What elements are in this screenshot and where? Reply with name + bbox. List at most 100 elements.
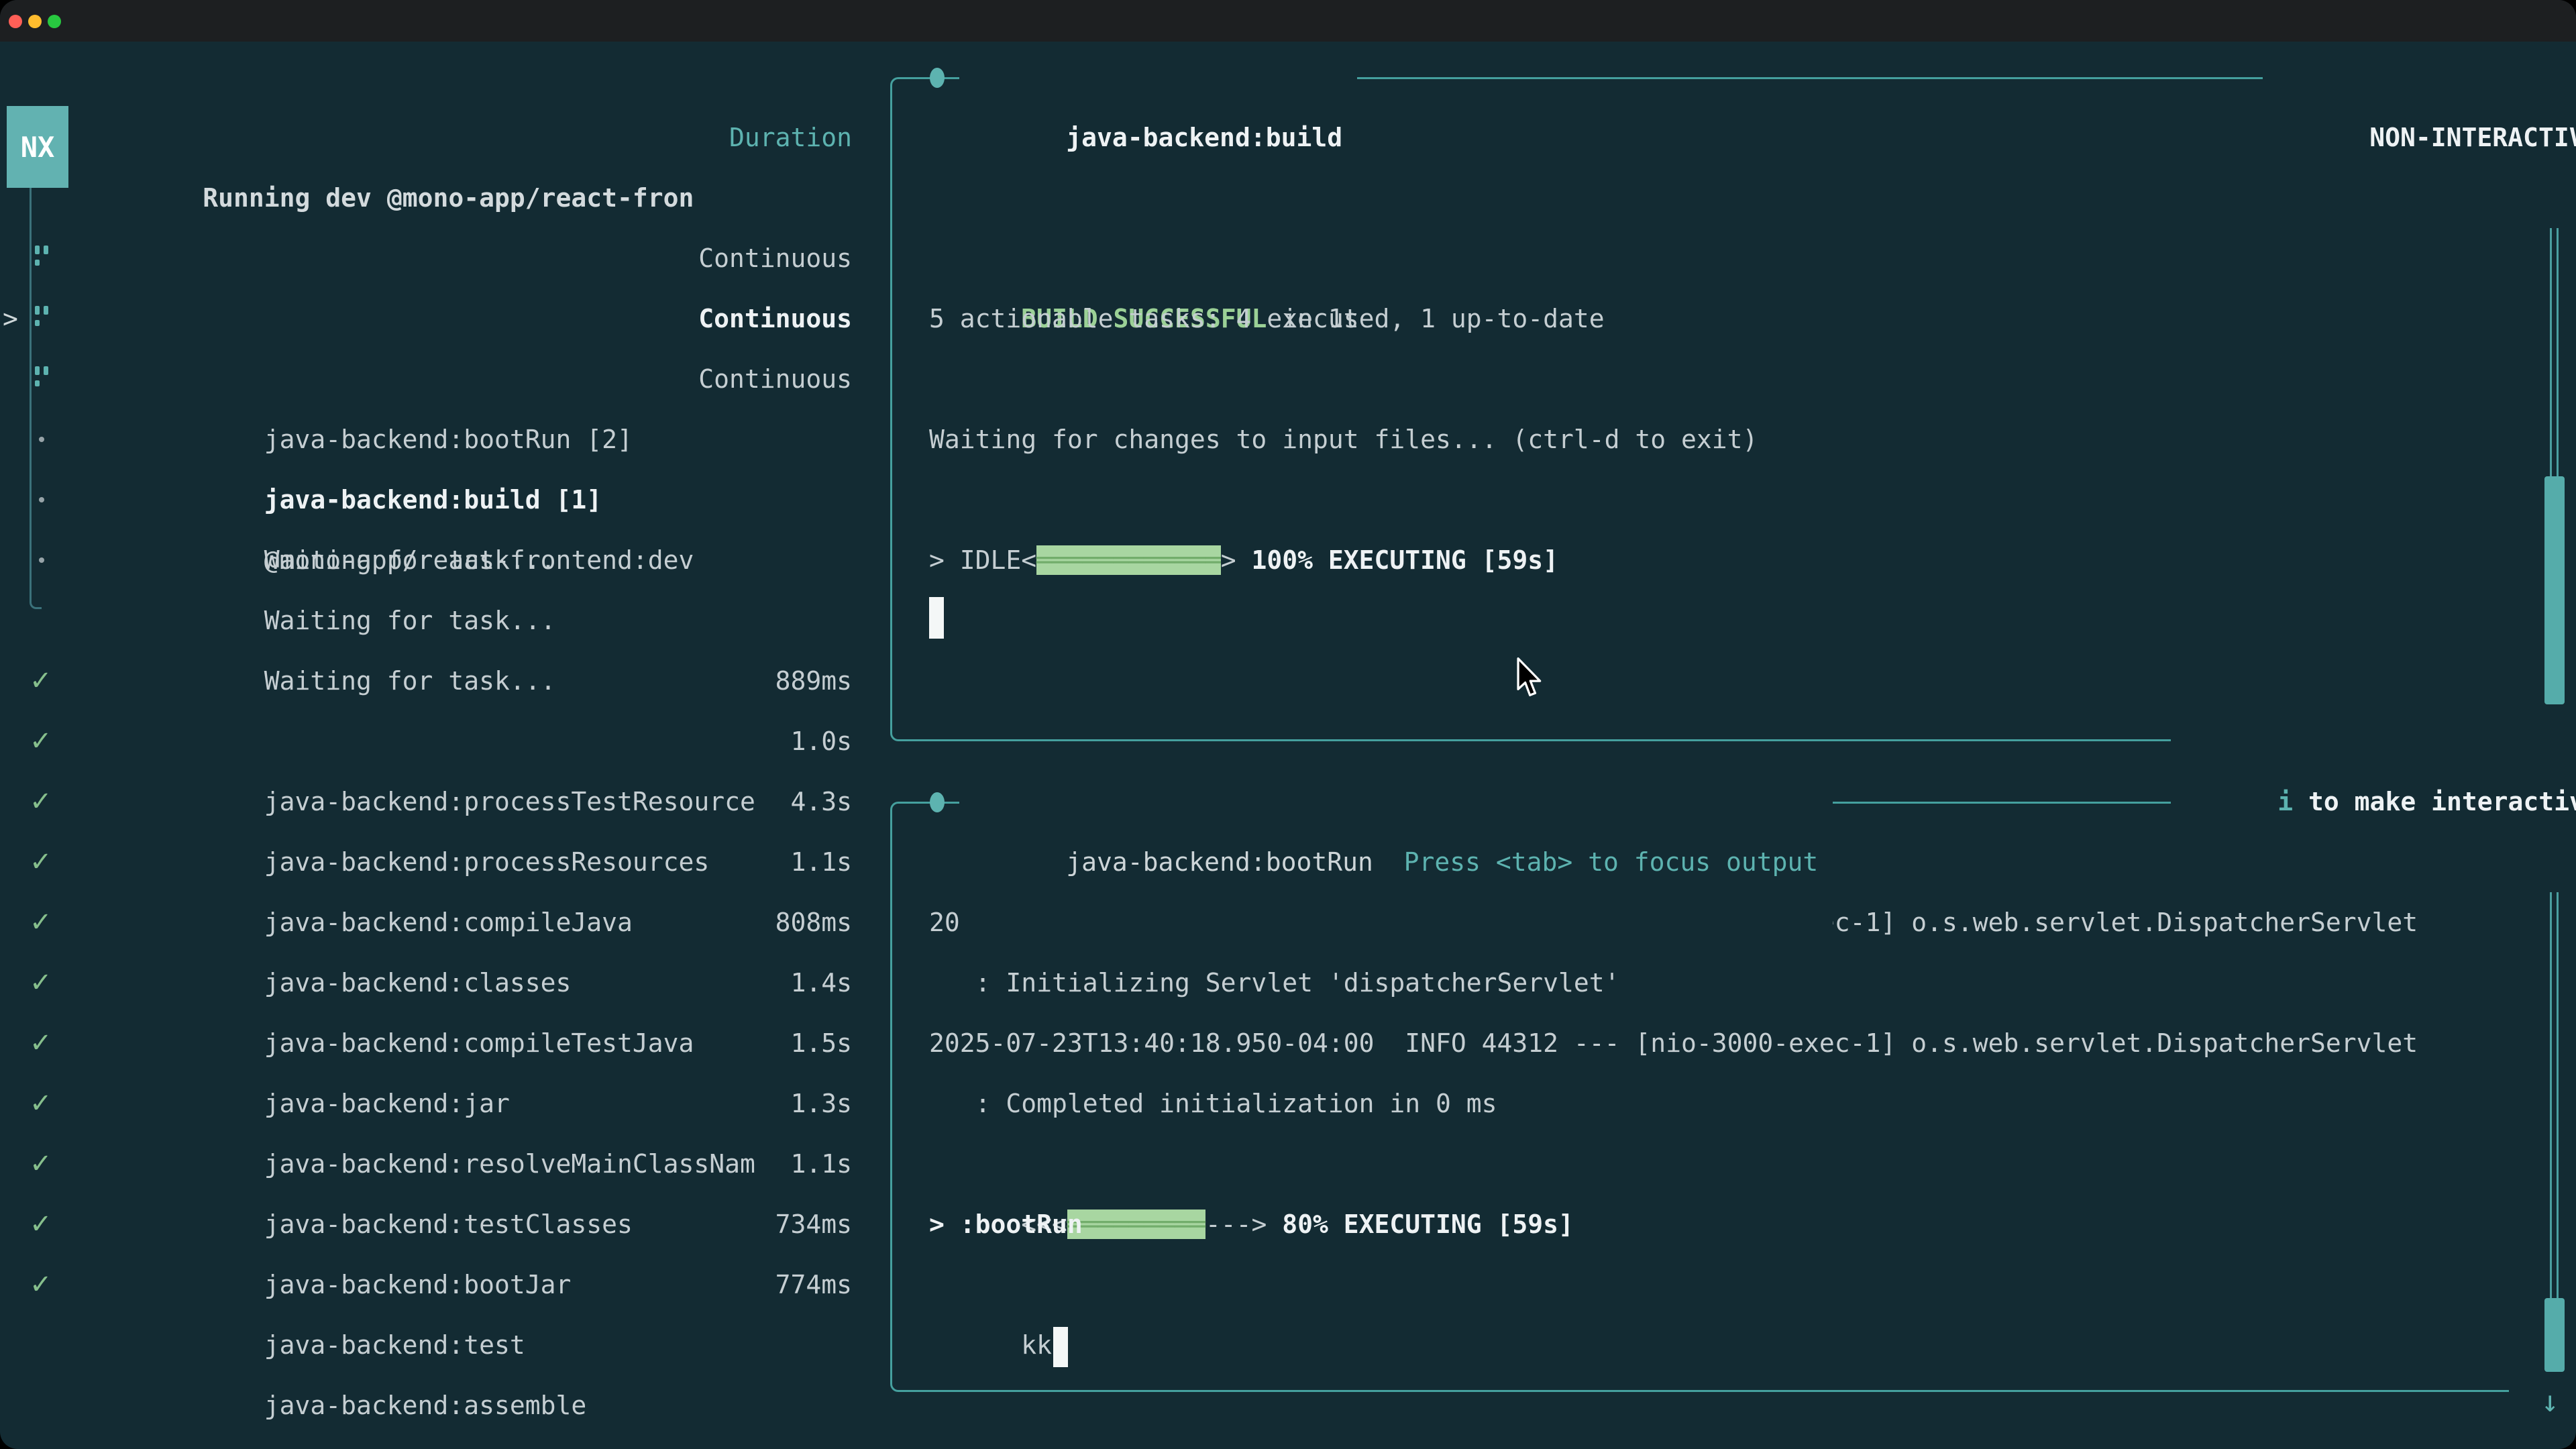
build-panel-status-dot: [930, 68, 945, 88]
spinner-icon: [35, 306, 52, 333]
task-status: Continuous: [698, 288, 852, 349]
pending-task-row[interactable]: Waiting for task...: [0, 470, 852, 530]
task-status: Continuous: [698, 349, 852, 409]
progress-bar-fill: ════════════: [1036, 545, 1221, 575]
done-task-row[interactable]: ✓ java-backend:compileTestJava 808ms: [0, 892, 852, 953]
progress-label: 80% EXECUTING [59s]: [1267, 1210, 1574, 1239]
done-task-row[interactable]: ✓ java-backend:jar 1.4s: [0, 953, 852, 1013]
bootrun-scroll-track[interactable]: [2550, 830, 2552, 1367]
sidebar-footer: ← 1/2 → quit: q help: ?: [0, 1375, 852, 1449]
done-task-row[interactable]: ✓ java-backend:compileJava 4.3s: [0, 771, 852, 832]
checkmark-icon: ✓: [30, 892, 52, 953]
done-task-row[interactable]: ✓ java-backend:resolveMainClassNam 1.5s: [0, 1013, 852, 1073]
build-waiting-line: Waiting for changes to input files... (c…: [929, 409, 1758, 470]
close-window-icon[interactable]: [9, 15, 22, 28]
bootrun-scroll-track[interactable]: [2557, 830, 2559, 1367]
interactive-hint-key: i: [2277, 787, 2293, 816]
build-panel-mode-wrap: NON-INTERACTIVE: [2263, 47, 2576, 228]
task-status: Continuous: [698, 228, 852, 288]
checkmark-icon: ✓: [30, 832, 52, 892]
pending-task-label: Waiting for task...: [154, 590, 556, 651]
done-task-duration: 734ms: [775, 1194, 852, 1254]
task-row[interactable]: > @mono-app/react-frontend:dev Continuou…: [0, 349, 852, 409]
bootrun-panel-title: java-backend:bootRun: [1066, 847, 1373, 877]
duration-column-header: Duration: [729, 107, 852, 168]
done-task-duration: 1.0s: [790, 711, 852, 771]
checkmark-icon: ✓: [30, 651, 52, 711]
done-task-row[interactable]: ✓ java-backend:assemble 774ms: [0, 1254, 852, 1315]
task-row[interactable]: > java-backend:bootRun [2] Continuous: [0, 228, 852, 288]
done-task-row[interactable]: ✓ java-backend:processTestResource 889ms: [0, 651, 852, 711]
checkmark-icon: ✓: [30, 1194, 52, 1254]
build-panel-title: java-backend:build: [1066, 123, 1342, 152]
zoom-window-icon[interactable]: [48, 15, 61, 28]
bootrun-panel-status-dot: [930, 792, 945, 812]
window-titlebar[interactable]: [0, 0, 2576, 42]
interactive-hint-wrap: i to make interactive: [2171, 711, 2576, 892]
minimize-window-icon[interactable]: [28, 15, 42, 28]
checkmark-icon: ✓: [30, 1134, 52, 1194]
checkmark-icon: ✓: [30, 711, 52, 771]
progress-label: 100% EXECUTING [59s]: [1236, 545, 1558, 575]
terminal-background: NX Running dev @mono-app/react-fron Dura…: [0, 0, 2576, 1449]
mouse-cursor-icon: [1515, 657, 1546, 699]
build-tasks-summary: 5 actionable tasks: 4 executed, 1 up-to-…: [929, 288, 1605, 349]
bootrun-terminal-cursor: [1053, 1327, 1068, 1367]
pending-dot-icon: [39, 557, 44, 563]
pending-task-list: Waiting for task... Waiting for task... …: [0, 409, 852, 590]
done-task-duration: 4.3s: [790, 771, 852, 832]
build-idle-line: > IDLE: [929, 530, 1021, 590]
pending-dot-icon: [39, 497, 44, 502]
bootrun-scroll-thumb[interactable]: [2544, 1298, 2565, 1372]
done-task-duration: 1.1s: [790, 1134, 852, 1194]
interactive-hint-text: to make interactive: [2293, 787, 2576, 816]
done-task-duration: 1.5s: [790, 1013, 852, 1073]
selected-task-caret: >: [3, 288, 18, 349]
bootrun-prompt-line: > :bootRun: [929, 1194, 1083, 1254]
done-task-row[interactable]: ✓ java-backend:processResources 1.0s: [0, 711, 852, 771]
run-command-title: Running dev @mono-app/react-fron: [92, 168, 694, 228]
pager: ← 1/2 →: [20, 1436, 127, 1449]
done-task-label: java-backend:test: [154, 1315, 525, 1375]
focus-output-hint: Press <tab> to focus output: [1404, 847, 1819, 877]
pending-dot-icon: [39, 437, 44, 442]
done-task-duration: 1.4s: [790, 953, 852, 1013]
done-task-duration: 808ms: [775, 892, 852, 953]
done-task-duration: 889ms: [775, 651, 852, 711]
build-panel-title-wrap: java-backend:build: [959, 47, 1357, 228]
pending-task-row[interactable]: Waiting for task...: [0, 530, 852, 590]
bootrun-scroll-down-icon[interactable]: ↓: [2541, 1372, 2559, 1432]
running-task-list: > java-backend:bootRun [2] Continuous > …: [0, 228, 852, 409]
done-task-row[interactable]: ✓ java-backend:bootJar 1.1s: [0, 1134, 852, 1194]
checkmark-icon: ✓: [30, 1254, 52, 1315]
done-task-row[interactable]: ✓ java-backend:classes 1.1s: [0, 832, 852, 892]
log-line: : Initializing Servlet 'dispatcherServle…: [929, 953, 1620, 1013]
progress-close: >: [1221, 545, 1236, 575]
done-task-row[interactable]: ✓ java-backend:testClasses 1.3s: [0, 1073, 852, 1134]
done-task-duration: 1.3s: [790, 1073, 852, 1134]
spinner-icon: [35, 246, 52, 272]
bootrun-input-line[interactable]: kk: [929, 1254, 1068, 1436]
done-task-duration: 774ms: [775, 1254, 852, 1315]
done-task-row[interactable]: ✓ java-backend:test 734ms: [0, 1194, 852, 1254]
log-line: : Completed initialization in 0 ms: [929, 1073, 1497, 1134]
progress-open: <: [1021, 545, 1036, 575]
checkmark-icon: ✓: [30, 953, 52, 1013]
checkmark-icon: ✓: [30, 1073, 52, 1134]
checkmark-icon: ✓: [30, 771, 52, 832]
log-line: 2025-07-23T13:40:18.950-04:00 INFO 44312…: [929, 1013, 2418, 1073]
done-task-duration: 1.1s: [790, 832, 852, 892]
progress-bar-fill: ═════════: [1067, 1210, 1205, 1239]
build-terminal-cursor: [929, 597, 944, 639]
non-interactive-badge: NON-INTERACTIVE: [2369, 123, 2576, 152]
bootrun-panel-title-wrap: java-backend:bootRun Press <tab> to focu…: [959, 771, 1833, 953]
progress-tail: --->: [1205, 1210, 1267, 1239]
done-task-list: ✓ java-backend:processTestResource 889ms…: [0, 651, 852, 1315]
checkmark-icon: ✓: [30, 1013, 52, 1073]
build-scroll-thumb[interactable]: [2544, 476, 2565, 704]
pending-task-row[interactable]: Waiting for task...: [0, 409, 852, 470]
spinner-icon: [35, 366, 52, 393]
task-row[interactable]: > java-backend:build [1] Continuous: [0, 288, 852, 349]
build-progress-line: <════════════> 100% EXECUTING [59s]: [929, 470, 1558, 651]
terminal-window: NX Running dev @mono-app/react-fron Dura…: [0, 0, 2576, 1449]
